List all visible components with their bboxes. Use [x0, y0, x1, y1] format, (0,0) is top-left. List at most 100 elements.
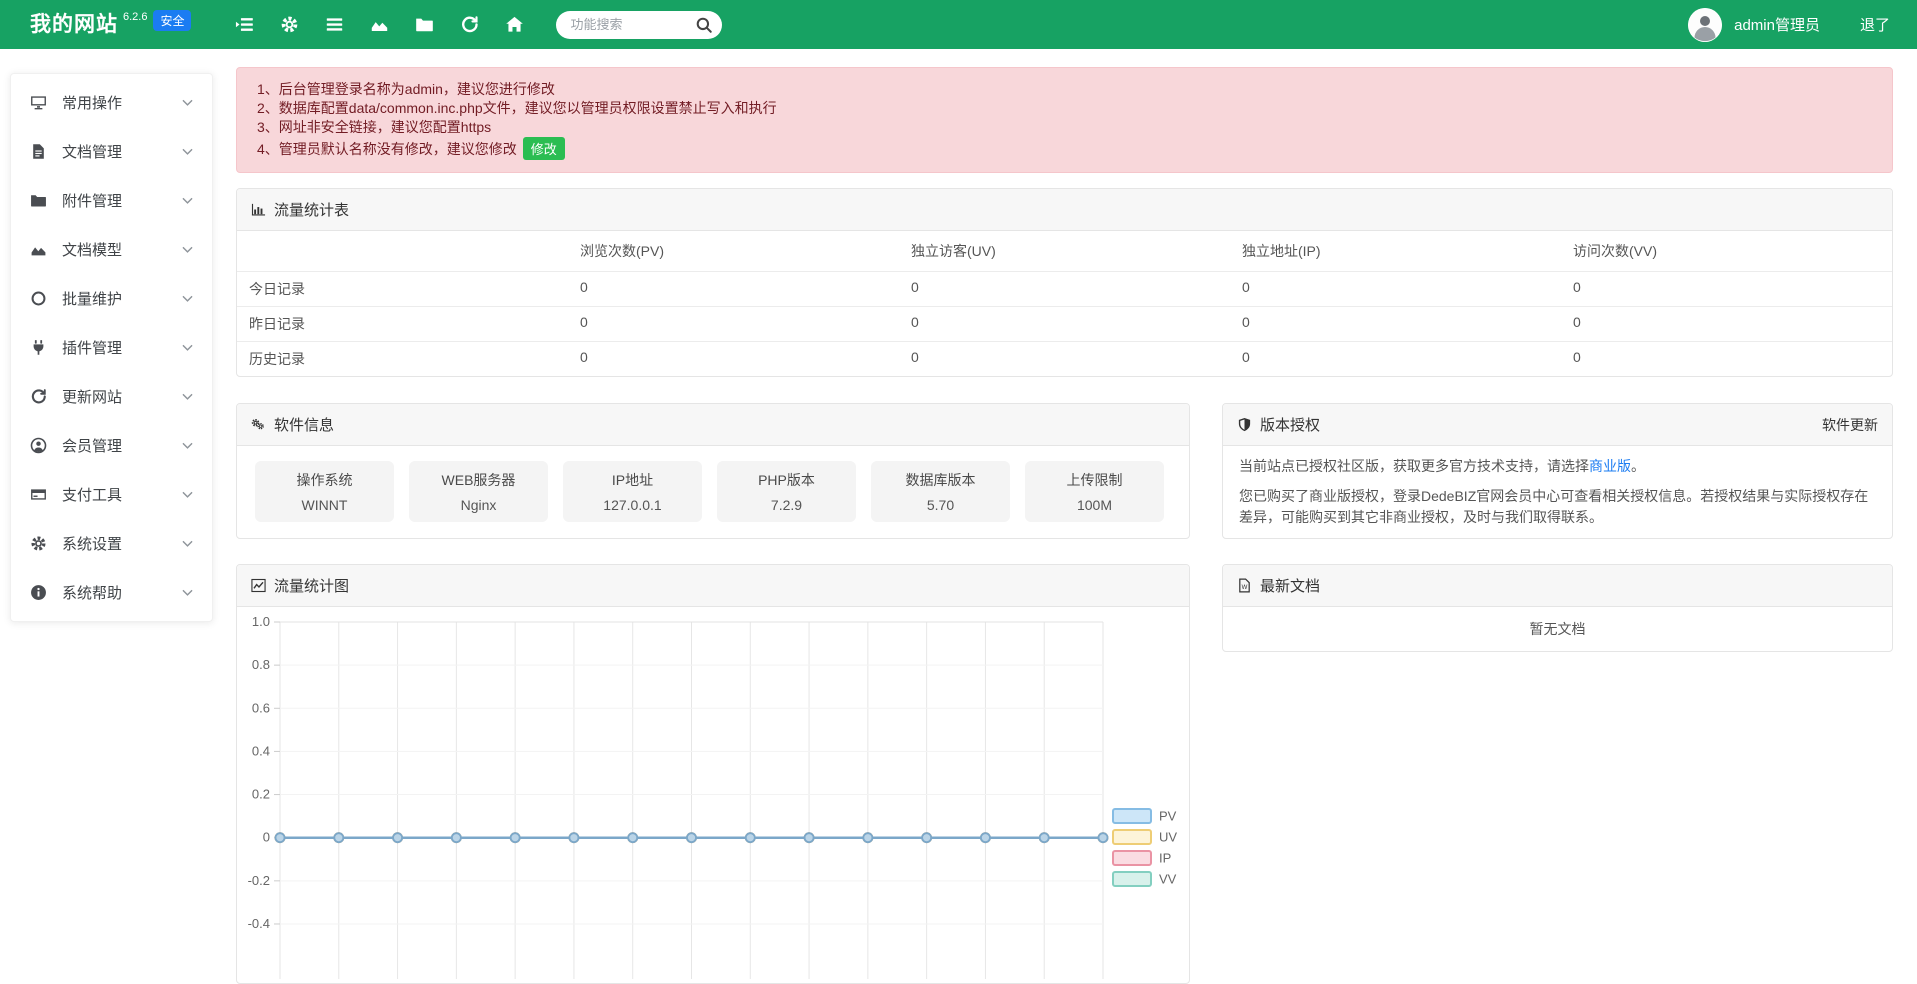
cogs-icon — [251, 417, 266, 432]
sidebar-item-system-help[interactable]: 系统帮助 — [11, 568, 212, 617]
row-label: 今日记录 — [237, 272, 568, 306]
panel-title: 流量统计表 — [274, 199, 349, 220]
sidebar-item-attach-manage[interactable]: 附件管理 — [11, 176, 212, 225]
sidebar-item-common-ops[interactable]: 常用操作 — [11, 78, 212, 127]
legend-item-PV[interactable]: PV — [1113, 809, 1177, 824]
site-title: 我的网站 — [30, 10, 118, 40]
redo-icon — [30, 388, 47, 405]
svg-text:0.8: 0.8 — [252, 657, 270, 672]
card-label: 操作系统 — [297, 470, 353, 490]
license-header: 版本授权 软件更新 — [1223, 404, 1892, 446]
card-value: 100M — [1077, 497, 1112, 513]
file-icon — [30, 143, 47, 160]
latest-docs-header: W 最新文档 — [1223, 565, 1892, 607]
search-box — [556, 11, 722, 39]
plug-icon — [30, 339, 47, 356]
table-cell: 0 — [899, 307, 1230, 341]
redo-icon[interactable] — [460, 15, 479, 34]
table-cell: 0 — [1230, 307, 1561, 341]
table-header-cell: 访问次数(VV) — [1561, 231, 1892, 271]
sidebar-item-system-settings[interactable]: 系统设置 — [11, 519, 212, 568]
user-icon — [30, 437, 47, 454]
legend-item-IP[interactable]: IP — [1113, 851, 1171, 866]
table-row: 今日记录0000 — [237, 271, 1892, 306]
table-header-row: 浏览次数(PV)独立访客(UV)独立地址(IP)访问次数(VV) — [237, 231, 1892, 271]
gear-icon[interactable] — [280, 15, 299, 34]
home-icon[interactable] — [505, 15, 524, 34]
search-input[interactable] — [570, 17, 692, 32]
traffic-table-panel: 流量统计表 浏览次数(PV)独立访客(UV)独立地址(IP)访问次数(VV)今日… — [236, 188, 1893, 377]
card-value: 7.2.9 — [771, 497, 802, 513]
table-cell: 0 — [1561, 307, 1892, 341]
license-panel: 版本授权 软件更新 当前站点已授权社区版，获取更多官方技术支持，请选择商业版。 … — [1222, 403, 1893, 539]
bar-chart-icon — [251, 202, 266, 217]
software-cards: 操作系统WINNTWEB服务器NginxIP地址127.0.0.1PHP版本7.… — [237, 446, 1189, 537]
sidebar-item-label: 系统帮助 — [62, 582, 122, 603]
table-row: 昨日记录0000 — [237, 306, 1892, 341]
sidebar-item-label: 常用操作 — [62, 92, 122, 113]
avatar[interactable] — [1688, 8, 1722, 42]
latest-docs-panel: W 最新文档 暂无文档 — [1222, 564, 1893, 652]
nav-icon-group — [235, 15, 524, 34]
license-line-2: 您已购买了商业版授权，登录DedeBIZ官网会员中心可查看相关授权信息。若授权结… — [1239, 486, 1876, 528]
circle-icon — [30, 290, 47, 307]
info-card: 操作系统WINNT — [255, 461, 394, 522]
chevron-down-icon — [182, 540, 193, 548]
table-header-cell: 独立地址(IP) — [1230, 231, 1561, 271]
folder-icon[interactable] — [415, 15, 434, 34]
sidebar-item-doc-manage[interactable]: 文档管理 — [11, 127, 212, 176]
svg-text:PV: PV — [1159, 809, 1177, 824]
legend-item-UV[interactable]: UV — [1113, 830, 1177, 845]
sidebar-item-update-site[interactable]: 更新网站 — [11, 372, 212, 421]
line-chart-icon — [251, 578, 266, 593]
card-label: 数据库版本 — [906, 470, 976, 490]
table-header-cell: 浏览次数(PV) — [568, 231, 899, 271]
security-badge[interactable]: 安全 — [153, 10, 191, 31]
chevron-down-icon — [182, 197, 193, 205]
sidebar-item-label: 支付工具 — [62, 484, 122, 505]
logout-link[interactable]: 退了 — [1860, 14, 1890, 35]
sidebar-item-batch-maint[interactable]: 批量维护 — [11, 274, 212, 323]
svg-text:0.2: 0.2 — [252, 787, 270, 802]
shield-icon — [1237, 417, 1252, 432]
sidebar-item-member-manage[interactable]: 会员管理 — [11, 421, 212, 470]
software-info-header: 软件信息 — [237, 404, 1189, 446]
sidebar-item-payment-tools[interactable]: 支付工具 — [11, 470, 212, 519]
card-label: IP地址 — [612, 470, 653, 490]
software-update-link[interactable]: 软件更新 — [1822, 415, 1878, 435]
business-edition-link[interactable]: 商业版 — [1589, 458, 1631, 474]
sidebar-item-label: 文档模型 — [62, 239, 122, 260]
stream-icon[interactable] — [235, 15, 254, 34]
brand-group: 我的网站 6.2.6 安全 — [30, 10, 191, 40]
alert-line: 4、管理员默认名称没有修改，建议您修改修改 — [257, 137, 1872, 160]
legend-item-VV[interactable]: VV — [1113, 872, 1177, 887]
sidebar-item-label: 批量维护 — [62, 288, 122, 309]
sidebar-item-plugin-manage[interactable]: 插件管理 — [11, 323, 212, 372]
alert-line: 2、数据库配置data/common.inc.php文件，建议您以管理员权限设置… — [257, 99, 1872, 118]
info-card: IP地址127.0.0.1 — [563, 461, 702, 522]
search-icon[interactable] — [692, 13, 716, 37]
panel-title: 最新文档 — [1260, 575, 1320, 596]
sidebar-item-doc-model[interactable]: 文档模型 — [11, 225, 212, 274]
table-cell: 0 — [568, 272, 899, 306]
row-label: 昨日记录 — [237, 307, 568, 341]
svg-text:0: 0 — [263, 830, 270, 845]
license-body: 当前站点已授权社区版，获取更多官方技术支持，请选择商业版。 您已购买了商业版授权… — [1223, 446, 1892, 538]
bars-icon[interactable] — [325, 15, 344, 34]
alert-line: 1、后台管理登录名称为admin，建议您进行修改 — [257, 80, 1872, 99]
license-text: 当前站点已授权社区版，获取更多官方技术支持，请选择 — [1239, 458, 1589, 474]
info-card: 上传限制100M — [1025, 461, 1164, 522]
chevron-down-icon — [182, 491, 193, 499]
table-header-cell — [237, 231, 568, 271]
alert-line: 3、网址非安全链接，建议您配置https — [257, 118, 1872, 137]
card-value: Nginx — [461, 497, 497, 513]
table-cell: 0 — [899, 342, 1230, 376]
card-label: WEB服务器 — [442, 470, 516, 490]
license-line-1: 当前站点已授权社区版，获取更多官方技术支持，请选择商业版。 — [1239, 456, 1876, 477]
modify-button[interactable]: 修改 — [523, 137, 565, 160]
user-name[interactable]: admin管理员 — [1734, 14, 1820, 35]
svg-text:W: W — [1242, 584, 1248, 591]
table-header-cell: 独立访客(UV) — [899, 231, 1230, 271]
chart-area-icon[interactable] — [370, 15, 389, 34]
empty-docs-text: 暂无文档 — [1223, 607, 1892, 651]
